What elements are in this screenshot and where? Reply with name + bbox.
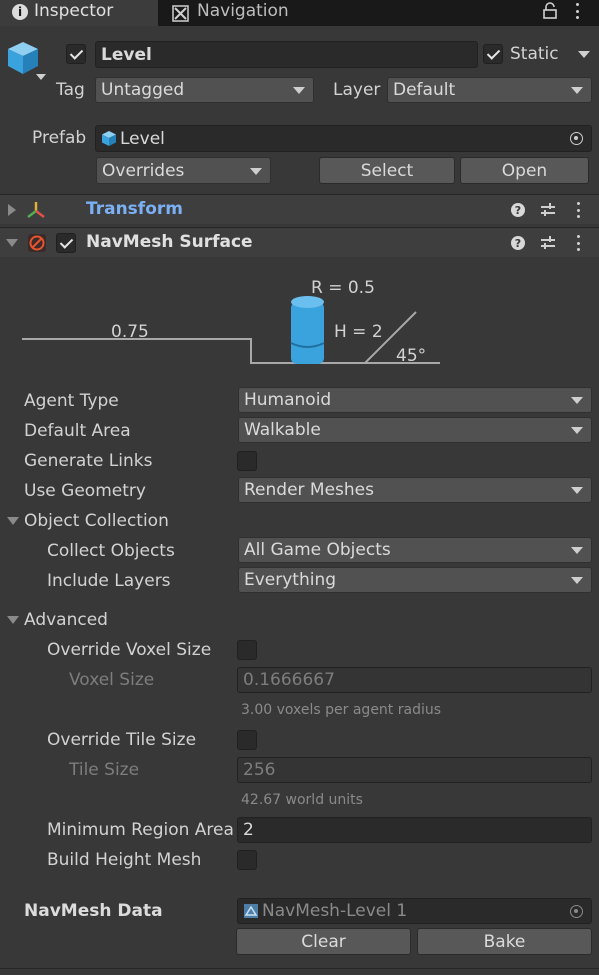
include-layers-dropdown[interactable]: Everything [238, 567, 592, 593]
open-button[interactable]: Open [460, 157, 589, 184]
step-height-label: 0.75 [111, 322, 149, 342]
transform-icon [27, 202, 45, 218]
object-picker-icon[interactable] [570, 905, 583, 918]
advanced-label[interactable]: Advanced [24, 610, 108, 630]
presets-icon[interactable] [540, 202, 556, 218]
minimum-region-area-field[interactable]: 2 [237, 817, 592, 843]
use-geometry-dropdown[interactable]: Render Meshes [238, 477, 592, 503]
chevron-down-icon [571, 487, 583, 494]
tile-size-field: 256 [237, 757, 592, 783]
voxel-size-field: 0.1666667 [237, 667, 592, 693]
override-voxel-size-label: Override Voxel Size [47, 640, 212, 660]
chevron-down-icon [571, 577, 583, 584]
component-menu-icon[interactable] [576, 235, 580, 251]
chevron-down-icon [571, 87, 583, 94]
max-slope-label: 45° [396, 346, 427, 366]
agent-radius-label: R = 0.5 [311, 278, 375, 298]
object-picker-icon[interactable] [570, 132, 583, 145]
chevron-down-icon [571, 427, 583, 434]
object-collection-label[interactable]: Object Collection [24, 511, 169, 531]
tab-navigation-label: Navigation [197, 1, 289, 21]
build-height-mesh-checkbox[interactable] [237, 850, 257, 870]
navmesh-data-label: NavMesh Data [24, 901, 163, 921]
collect-objects-label: Collect Objects [47, 541, 175, 561]
overrides-dropdown[interactable]: Overrides [96, 157, 271, 184]
component-menu-icon[interactable] [576, 202, 580, 218]
minimum-region-area-label: Minimum Region Area [47, 820, 234, 840]
tab-bar: i Inspector Navigation [0, 0, 599, 26]
chevron-down-icon [293, 87, 305, 94]
gameobject-cube-icon [8, 42, 38, 74]
icon-dropdown-arrow[interactable] [36, 74, 46, 80]
prefab-cube-icon [102, 131, 116, 146]
tag-label: Tag [56, 80, 85, 100]
tab-inspector[interactable]: i Inspector [0, 0, 158, 26]
help-icon[interactable]: ? [511, 236, 525, 250]
object-collection-foldout-icon[interactable] [7, 517, 19, 525]
tag-dropdown[interactable]: Untagged [95, 77, 314, 103]
navigation-icon [172, 5, 189, 22]
advanced-foldout-icon[interactable] [7, 616, 19, 624]
static-dropdown-arrow[interactable] [578, 51, 590, 58]
navmesh-surface-icon [28, 234, 46, 252]
agent-type-dropdown[interactable]: Humanoid [238, 387, 592, 413]
tile-size-label: Tile Size [69, 760, 140, 780]
override-voxel-size-checkbox[interactable] [237, 640, 257, 660]
foldout-open-icon[interactable] [6, 239, 18, 247]
tab-navigation[interactable]: Navigation [158, 0, 318, 26]
object-name-field[interactable]: Level [95, 41, 478, 68]
build-height-mesh-label: Build Height Mesh [47, 850, 202, 870]
override-tile-size-checkbox[interactable] [237, 730, 257, 750]
chevron-down-icon [571, 547, 583, 554]
generate-links-checkbox[interactable] [237, 451, 257, 471]
tab-menu-icon[interactable] [575, 3, 579, 19]
select-button[interactable]: Select [319, 157, 455, 184]
tab-inspector-label: Inspector [34, 1, 114, 21]
agent-settings-diagram [22, 296, 440, 364]
tile-size-hint: 42.67 world units [241, 792, 363, 808]
navmesh-enabled-checkbox[interactable] [56, 233, 76, 253]
generate-links-label: Generate Links [24, 451, 153, 471]
prefab-field[interactable]: Level [95, 125, 592, 152]
navmesh-surface-header[interactable]: NavMesh Surface ? [0, 227, 599, 257]
layer-label: Layer [333, 80, 381, 100]
default-area-dropdown[interactable]: Walkable [238, 417, 592, 443]
lock-icon[interactable] [543, 2, 557, 20]
default-area-label: Default Area [24, 421, 131, 441]
prefab-label: Prefab [32, 128, 87, 148]
override-tile-size-label: Override Tile Size [47, 730, 197, 750]
chevron-down-icon [250, 167, 262, 175]
foldout-closed-icon[interactable] [8, 204, 16, 216]
chevron-down-icon [571, 397, 583, 404]
bottom-divider [0, 968, 599, 969]
include-layers-label: Include Layers [47, 571, 171, 591]
clear-button[interactable]: Clear [236, 928, 411, 955]
bake-button[interactable]: Bake [417, 928, 592, 955]
active-checkbox[interactable] [66, 44, 86, 64]
agent-type-label: Agent Type [24, 391, 119, 411]
help-icon[interactable]: ? [511, 203, 525, 217]
info-icon: i [12, 4, 28, 20]
navmesh-data-field[interactable]: NavMesh-Level 1 [237, 898, 592, 924]
static-checkbox[interactable] [483, 44, 503, 64]
collect-objects-dropdown[interactable]: All Game Objects [238, 537, 592, 563]
navmesh-asset-icon [244, 904, 258, 918]
use-geometry-label: Use Geometry [24, 481, 146, 501]
voxel-size-label: Voxel Size [69, 670, 155, 690]
agent-height-label: H = 2 [334, 322, 383, 342]
transform-header[interactable]: Transform ? [0, 194, 599, 224]
layer-dropdown[interactable]: Default [387, 77, 592, 103]
presets-icon[interactable] [540, 235, 556, 251]
static-label: Static [510, 44, 559, 64]
transform-title: Transform [86, 199, 183, 219]
navmesh-surface-title: NavMesh Surface [86, 232, 253, 252]
voxel-size-hint: 3.00 voxels per agent radius [241, 702, 442, 718]
